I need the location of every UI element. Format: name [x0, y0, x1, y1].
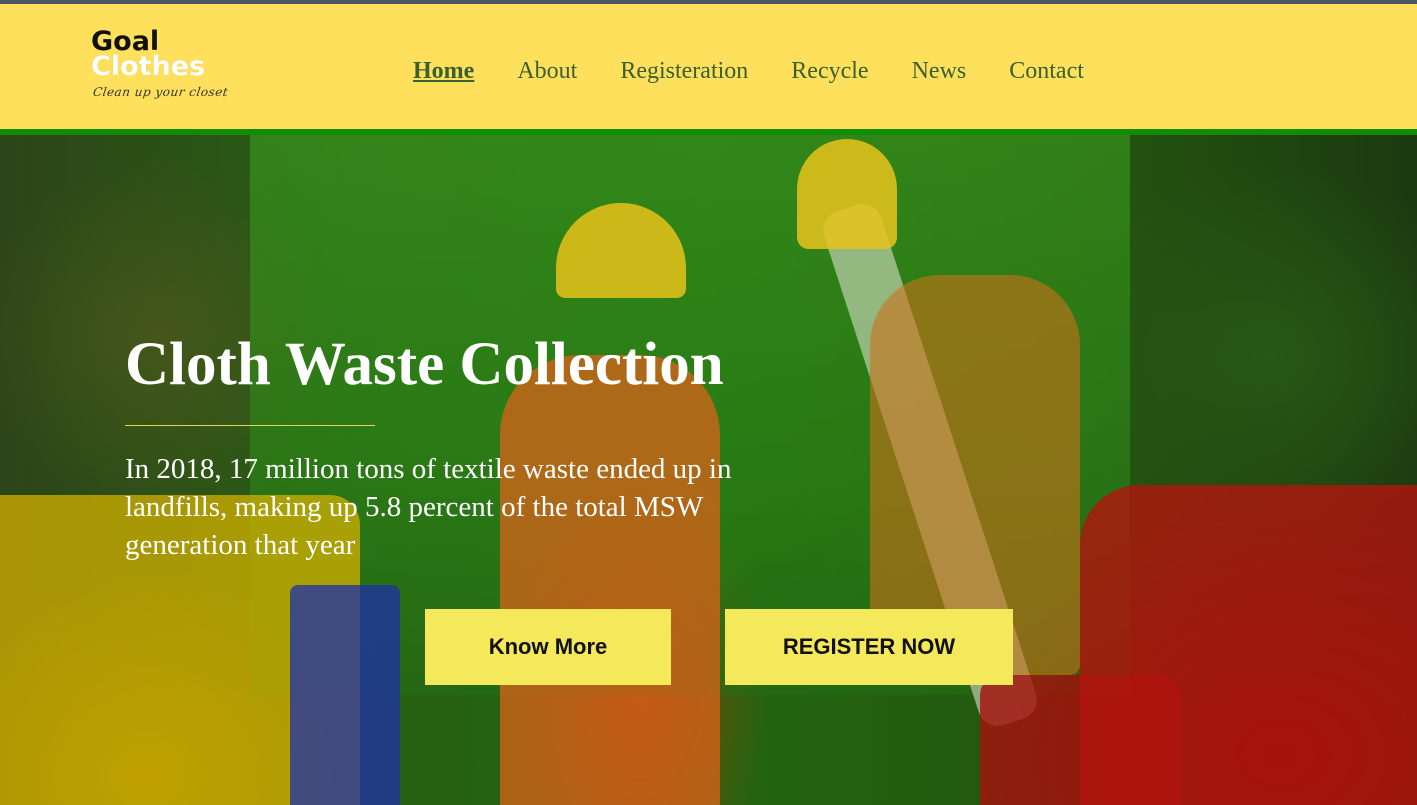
- logo[interactable]: Goal Clothes Clean up your closet: [91, 28, 281, 110]
- logo-line2: Clothes: [91, 51, 206, 82]
- nav-contact[interactable]: Contact: [1009, 56, 1084, 86]
- nav-news[interactable]: News: [912, 56, 967, 86]
- logo-tagline: Clean up your closet: [92, 85, 230, 99]
- nav-recycle[interactable]: Recycle: [791, 56, 868, 86]
- hero-bg-blue-bin: [290, 585, 400, 805]
- hero-description: In 2018, 17 million tons of textile wast…: [125, 453, 732, 561]
- nav-registeration[interactable]: Registeration: [620, 56, 748, 86]
- hero-bg-worker-left: [500, 355, 720, 805]
- know-more-button[interactable]: Know More: [425, 609, 671, 685]
- hero-bg-helmet-right: [797, 139, 897, 249]
- register-now-button[interactable]: REGISTER NOW: [725, 609, 1013, 685]
- hero-title: Cloth Waste Collection: [125, 331, 724, 398]
- nav-home[interactable]: Home: [413, 56, 474, 86]
- hero-divider: [125, 425, 375, 426]
- nav-about[interactable]: About: [517, 56, 577, 86]
- site-header: Goal Clothes Clean up your closet Home A…: [0, 4, 1417, 129]
- main-nav: Home About Registeration Recycle News Co…: [413, 56, 1127, 86]
- hero-bg-red-bin: [1080, 485, 1417, 805]
